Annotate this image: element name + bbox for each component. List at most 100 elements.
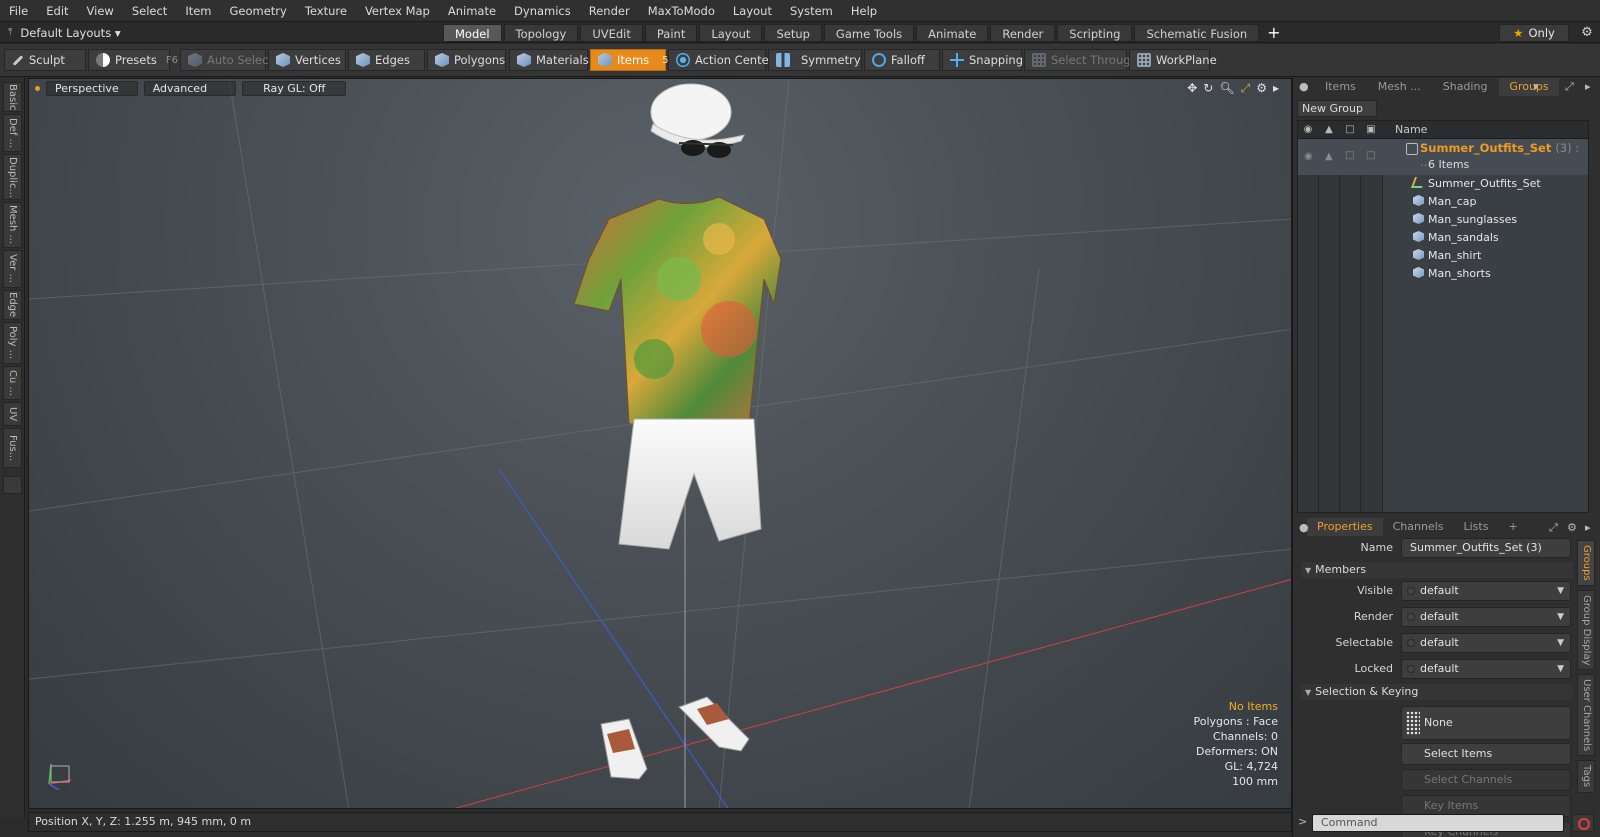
side-tab-tags[interactable]: Tags [1577, 760, 1595, 793]
falloff-button[interactable]: Falloff [864, 49, 940, 71]
side-tab-groups[interactable]: Groups [1577, 540, 1595, 586]
viewport-gear-icon[interactable]: ⚙ [1256, 81, 1267, 96]
tab-mesh[interactable]: Mesh ... [3, 202, 22, 248]
pin-icon[interactable]: ⤒ [8, 27, 12, 38]
select-channels-button[interactable]: Select Channels [1401, 769, 1571, 791]
zoom-icon[interactable]: 🔍︎ [1219, 81, 1234, 96]
strip-expand-button[interactable] [3, 476, 22, 494]
auto-select-button[interactable]: Auto Select [180, 49, 273, 71]
raygl-dropdown[interactable]: Ray GL: Off [242, 80, 347, 96]
menu-texture[interactable]: Texture [296, 0, 356, 22]
tab-animate[interactable]: Animate [916, 24, 989, 42]
tab-topology[interactable]: Topology [503, 24, 579, 42]
render-col-icon[interactable]: ▲ [1323, 124, 1335, 136]
menu-animate[interactable]: Animate [439, 0, 505, 22]
tab-fusion[interactable]: Fus... [3, 428, 22, 468]
tab-basic[interactable]: Basic [3, 82, 22, 112]
group-row[interactable]: ◉ ▲ □ □ Summer_Outfits_Set (3) : ... 6 It… [1298, 139, 1588, 175]
tab-mesh[interactable]: Mesh ... [1368, 78, 1431, 96]
tab-paint[interactable]: Paint [644, 24, 698, 42]
new-group-button[interactable]: New Group [1297, 100, 1377, 117]
tab-lists[interactable]: Lists [1454, 518, 1499, 536]
command-input[interactable]: Command [1312, 814, 1564, 832]
menu-dynamics[interactable]: Dynamics [505, 0, 580, 22]
tab-edge[interactable]: Edge [3, 290, 22, 320]
maximize-icon[interactable]: ⤢ [1565, 80, 1574, 94]
selectable-dropdown[interactable]: default ▼ [1401, 633, 1571, 653]
tab-items[interactable]: Items [1315, 78, 1366, 96]
menu-vertex-map[interactable]: Vertex Map [356, 0, 439, 22]
vertices-button[interactable]: Vertices 1 [268, 49, 356, 71]
menu-geometry[interactable]: Geometry [221, 0, 296, 22]
tab-model[interactable]: Model [443, 24, 502, 42]
presets-button[interactable]: Presets F6 [88, 49, 178, 71]
items-button[interactable]: Items 5 [590, 49, 669, 71]
selection-keying-section[interactable]: ▼ Selection & Keying [1301, 684, 1573, 700]
sculpt-button[interactable]: Sculpt [4, 49, 86, 71]
menu-help[interactable]: Help [842, 0, 886, 22]
polygons-button[interactable]: Polygons [427, 49, 506, 71]
action-center-button[interactable]: Action Center [668, 49, 773, 71]
pan-icon[interactable]: ✥ [1187, 81, 1197, 96]
snapping-button[interactable]: Snapping [942, 49, 1023, 71]
tab-uv[interactable]: UV [3, 402, 22, 426]
tab-setup[interactable]: Setup [764, 24, 822, 42]
tab-render[interactable]: Render [990, 24, 1056, 42]
menu-item[interactable]: Item [176, 0, 220, 22]
list-item[interactable]: Man_shorts [1383, 265, 1588, 283]
list-item[interactable]: Man_sunglasses [1383, 211, 1588, 229]
fit-icon[interactable]: ⤢ [1241, 81, 1251, 96]
gear-icon[interactable]: ⚙ [1578, 23, 1596, 43]
list-item[interactable]: Summer_Outfits_Set [1383, 175, 1588, 193]
list-item[interactable]: Man_shirt [1383, 247, 1588, 265]
render-dropdown[interactable]: default ▼ [1401, 607, 1571, 627]
group-select-icon[interactable]: □ [1345, 150, 1354, 161]
workplane-button[interactable]: WorkPlane [1129, 49, 1217, 71]
rotate-icon[interactable]: ↻ [1203, 81, 1213, 96]
tab-schematic-fusion[interactable]: Schematic Fusion [1134, 24, 1260, 42]
materials-button[interactable]: Materials [509, 49, 589, 71]
select-col-icon[interactable]: □ [1344, 124, 1356, 136]
group-render-icon[interactable]: ▲ [1325, 151, 1333, 162]
perspective-dropdown[interactable]: Perspective [46, 80, 138, 96]
tab-polygon[interactable]: Poly ... [3, 322, 22, 364]
advanced-dropdown[interactable]: Advanced [143, 80, 237, 96]
tab-curve[interactable]: Cu ... [3, 366, 22, 400]
tab-deform[interactable]: Def ... [3, 114, 22, 152]
locked-dropdown[interactable]: default ▼ [1401, 659, 1571, 679]
props-menu-dot[interactable]: ● [1299, 521, 1309, 534]
layout-selector[interactable]: ⤒ Default Layouts ▾ [8, 22, 121, 43]
lock-col-icon[interactable]: ▣ [1365, 124, 1377, 136]
props-collapse-icon[interactable]: ▸ [1585, 521, 1591, 534]
tab-shading[interactable]: Shading [1433, 78, 1498, 96]
only-button[interactable]: ★ Only [1499, 24, 1569, 42]
panel-menu-dot[interactable]: ● [1299, 80, 1309, 93]
menu-layout[interactable]: Layout [724, 0, 781, 22]
visibility-col-icon[interactable]: ◉ [1302, 124, 1314, 136]
tab-duplicate[interactable]: Duplic... [3, 154, 22, 200]
menu-view[interactable]: View [78, 0, 123, 22]
collapse-icon[interactable]: ▸ [1585, 80, 1591, 93]
record-macro-icon[interactable] [1572, 814, 1594, 832]
viewport-expand-icon[interactable]: ▸ [1273, 81, 1279, 96]
tabs-dropdown-icon[interactable]: ▾ [1533, 80, 1539, 93]
members-section[interactable]: ▼ Members [1301, 562, 1573, 578]
props-maximize-icon[interactable]: ⤢ [1549, 521, 1558, 535]
list-item[interactable]: Man_sandals [1383, 229, 1588, 247]
side-tab-group-display[interactable]: Group Display [1577, 589, 1595, 671]
tab-vertex[interactable]: Ver ... [3, 250, 22, 288]
tab-layout[interactable]: Layout [699, 24, 763, 42]
tab-game-tools[interactable]: Game Tools [823, 24, 915, 42]
symmetry-button[interactable]: Symmetry [768, 49, 862, 71]
tab-groups[interactable]: Groups [1499, 78, 1559, 96]
viewport-menu-dot[interactable] [35, 85, 40, 91]
group-lock-icon[interactable]: □ [1366, 150, 1375, 161]
menu-file[interactable]: File [0, 0, 37, 22]
tab-scripting[interactable]: Scripting [1057, 24, 1133, 42]
props-gear-icon[interactable]: ⚙ [1567, 521, 1577, 534]
select-through-button[interactable]: Select Through [1024, 49, 1138, 71]
select-items-button[interactable]: Select Items [1401, 743, 1571, 765]
add-props-tab-icon[interactable]: + [1498, 518, 1527, 536]
list-item[interactable]: Man_cap [1383, 193, 1588, 211]
edges-button[interactable]: Edges 2 [348, 49, 435, 71]
